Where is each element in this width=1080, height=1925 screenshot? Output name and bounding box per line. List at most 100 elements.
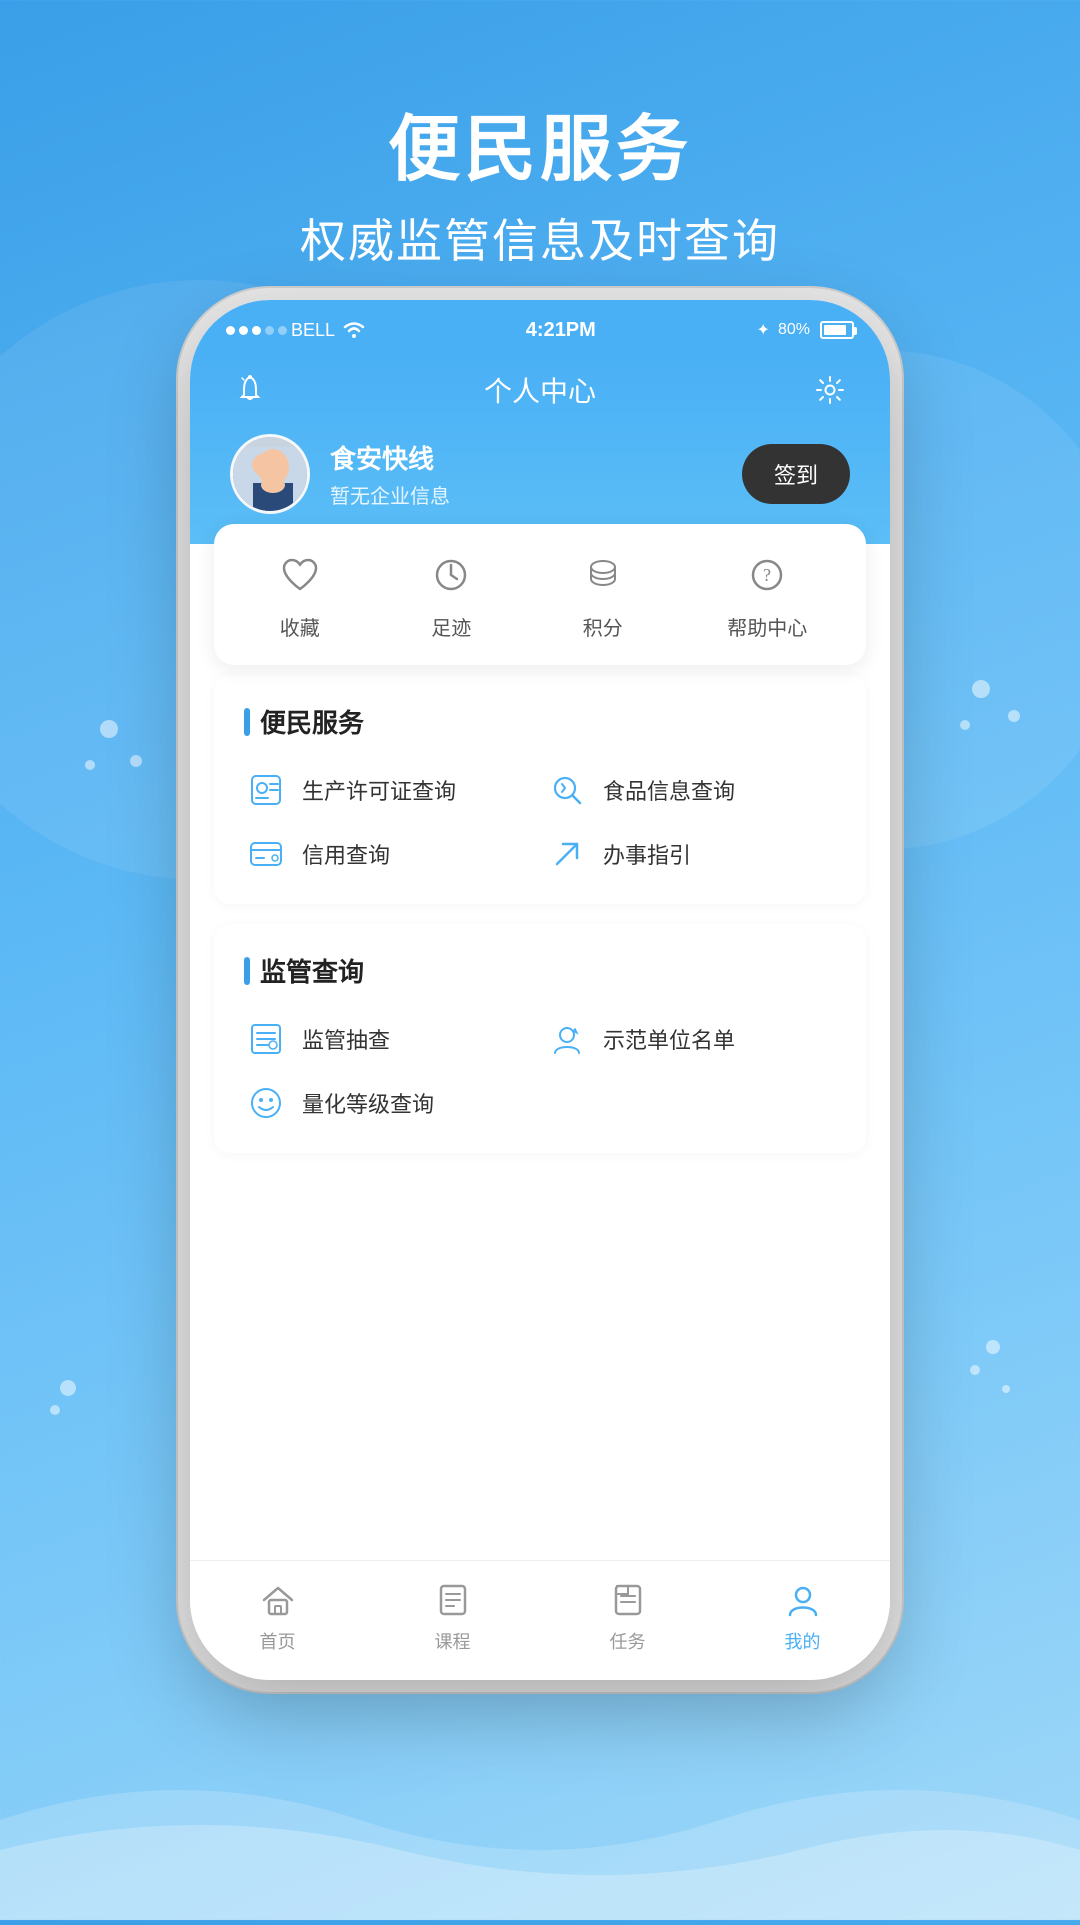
deco-dot-1	[100, 720, 118, 738]
supervision-title: 监管查询	[244, 952, 836, 989]
signal-dot-2	[239, 326, 248, 335]
deco-dot-10	[970, 1365, 980, 1375]
phone-frame: BELL 4:21PM ✦ 80%	[190, 300, 890, 1680]
deco-dot-4	[972, 680, 990, 698]
deco-dot-3	[85, 760, 95, 770]
food-info-icon	[545, 768, 589, 812]
header-row: 个人中心	[230, 370, 850, 410]
signal-dot-5	[278, 326, 287, 335]
guide-label: 办事指引	[603, 838, 691, 870]
help-icon: ?	[740, 548, 794, 602]
task-label: 任务	[610, 1628, 646, 1654]
menu-item-guide[interactable]: 办事指引	[545, 832, 836, 876]
deco-dot-9	[986, 1340, 1000, 1354]
title-bar-decoration-2	[244, 957, 250, 985]
supervision-grid: 监管抽查 示范单位名单	[244, 1017, 836, 1125]
food-info-label: 食品信息查询	[603, 774, 735, 806]
quick-item-favorites[interactable]: 收藏	[273, 548, 327, 641]
status-bar: BELL 4:21PM ✦ 80%	[190, 300, 890, 352]
menu-item-license[interactable]: 生产许可证查询	[244, 768, 535, 812]
wave-decoration	[0, 1740, 1080, 1920]
nav-item-course[interactable]: 课程	[365, 1578, 540, 1654]
signal-dot-4	[265, 326, 274, 335]
license-label: 生产许可证查询	[302, 774, 456, 806]
user-subtitle: 暂无企业信息	[330, 480, 450, 509]
deco-dot-2	[130, 755, 142, 767]
menu-item-exemplary[interactable]: 示范单位名单	[545, 1017, 836, 1061]
wifi-icon	[343, 322, 365, 338]
nav-item-task[interactable]: 任务	[540, 1578, 715, 1654]
signal-area: BELL	[226, 320, 365, 341]
user-name: 食安快线	[330, 439, 450, 476]
supervision-section: 监管查询 监管抽查	[214, 924, 866, 1153]
time-display: 4:21PM	[526, 319, 596, 342]
help-label: 帮助中心	[727, 612, 807, 641]
avatar-face	[233, 437, 307, 511]
content-area: 便民服务 生产许可证查询	[190, 675, 890, 1153]
favorites-icon	[273, 548, 327, 602]
deco-dot-11	[1002, 1385, 1010, 1393]
headline-secondary: 权威监管信息及时查询	[0, 205, 1080, 271]
course-icon	[431, 1578, 475, 1622]
points-label: 积分	[583, 612, 623, 641]
battery-icon	[820, 321, 854, 339]
headline-primary: 便民服务	[0, 90, 1080, 195]
svg-text:?: ?	[763, 565, 771, 585]
bluetooth-icon: ✦	[757, 320, 770, 340]
deco-dot-8	[50, 1405, 60, 1415]
deco-dot-7	[60, 1380, 76, 1396]
guide-icon	[545, 832, 589, 876]
user-details: 食安快线 暂无企业信息	[330, 439, 450, 509]
quick-actions-bar: 收藏 足迹 积分	[214, 524, 866, 665]
menu-item-inspection[interactable]: 监管抽查	[244, 1017, 535, 1061]
bell-icon[interactable]	[230, 370, 270, 410]
menu-item-food-info[interactable]: 食品信息查询	[545, 768, 836, 812]
quick-item-points[interactable]: 积分	[576, 548, 630, 641]
nav-item-mine[interactable]: 我的	[715, 1578, 890, 1654]
battery-fill	[824, 325, 847, 335]
home-label: 首页	[260, 1628, 296, 1654]
profile-info: 食安快线 暂无企业信息	[230, 434, 450, 514]
battery-percent: 80%	[778, 321, 810, 339]
public-service-section: 便民服务 生产许可证查询	[214, 675, 866, 904]
signal-dot-3	[252, 326, 261, 335]
points-icon	[576, 548, 630, 602]
profile-row: 食安快线 暂无企业信息 签到	[230, 434, 850, 514]
deco-dot-6	[960, 720, 970, 730]
public-service-title: 便民服务	[244, 703, 836, 740]
home-icon	[256, 1578, 300, 1622]
status-right: ✦ 80%	[757, 320, 854, 340]
bottom-nav: 首页 课程	[190, 1560, 890, 1680]
menu-item-rating[interactable]: 量化等级查询	[244, 1081, 535, 1125]
quick-item-footprint[interactable]: 足迹	[424, 548, 478, 641]
carrier-label: BELL	[291, 320, 335, 341]
mine-icon	[781, 1578, 825, 1622]
mine-label: 我的	[785, 1628, 821, 1654]
exemplary-icon	[545, 1017, 589, 1061]
public-service-grid: 生产许可证查询 食品信息查询	[244, 768, 836, 876]
title-bar-decoration	[244, 708, 250, 736]
menu-item-credit[interactable]: 信用查询	[244, 832, 535, 876]
page-header: 便民服务 权威监管信息及时查询	[0, 0, 1080, 271]
license-icon	[244, 768, 288, 812]
nav-item-home[interactable]: 首页	[190, 1578, 365, 1654]
credit-icon	[244, 832, 288, 876]
favorites-label: 收藏	[280, 612, 320, 641]
quick-item-help[interactable]: ? 帮助中心	[727, 548, 807, 641]
deco-dot-5	[1008, 710, 1020, 722]
footprint-label: 足迹	[431, 612, 471, 641]
course-label: 课程	[435, 1628, 471, 1654]
header-title: 个人中心	[270, 370, 810, 410]
inspection-label: 监管抽查	[302, 1023, 390, 1055]
footprint-icon	[424, 548, 478, 602]
task-icon	[606, 1578, 650, 1622]
gear-icon[interactable]	[810, 370, 850, 410]
exemplary-label: 示范单位名单	[603, 1023, 735, 1055]
rating-icon	[244, 1081, 288, 1125]
inspection-icon	[244, 1017, 288, 1061]
app-header: 个人中心	[190, 352, 890, 544]
checkin-button[interactable]: 签到	[742, 444, 850, 504]
avatar	[230, 434, 310, 514]
credit-label: 信用查询	[302, 838, 390, 870]
signal-dot-1	[226, 326, 235, 335]
